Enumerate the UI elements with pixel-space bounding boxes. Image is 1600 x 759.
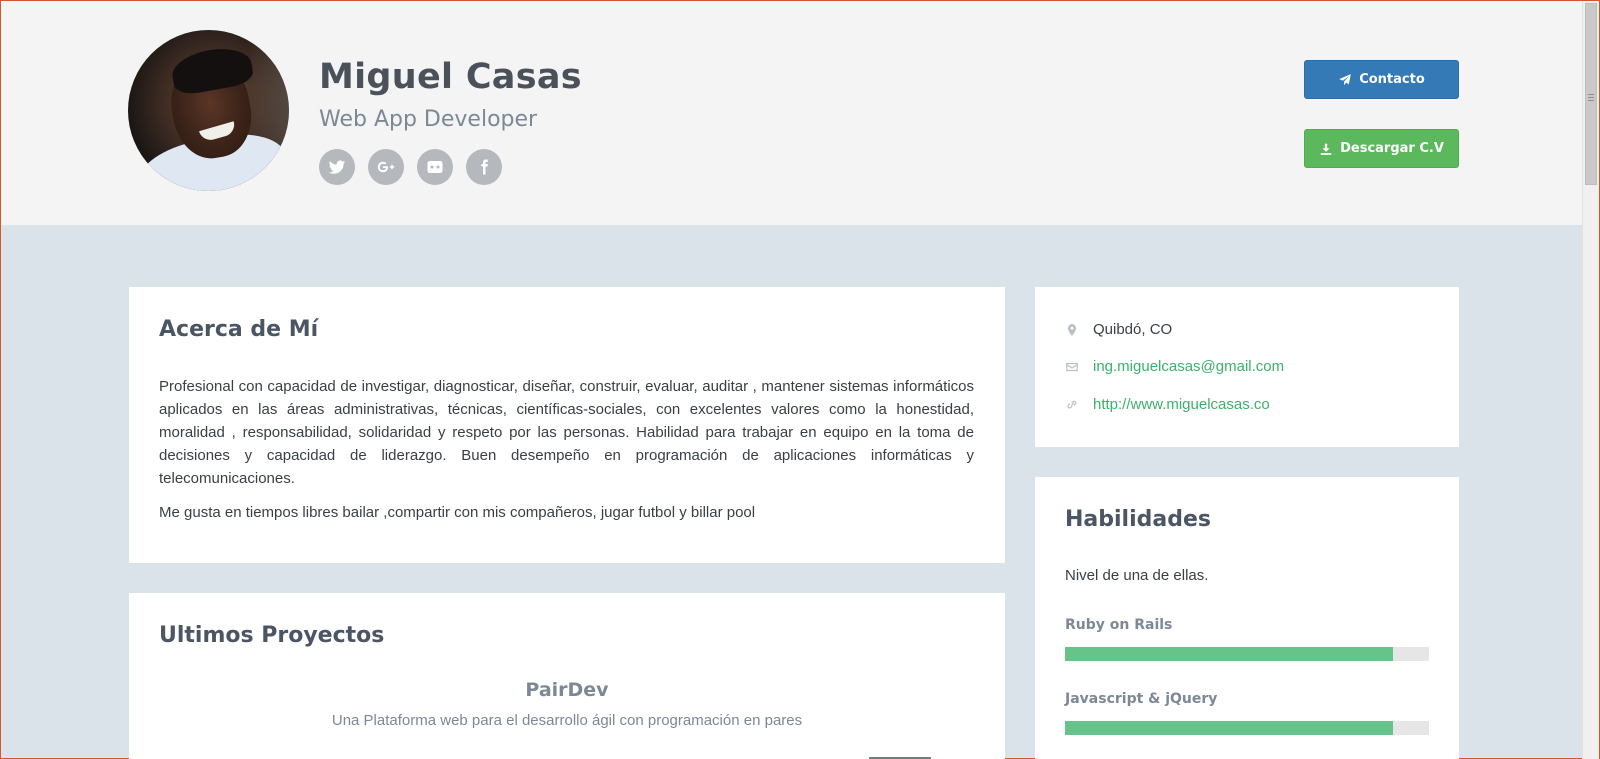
- projects-title: Ultimos Proyectos: [159, 623, 385, 648]
- download-icon: [1320, 143, 1332, 155]
- skill-label: Ruby on Rails: [1065, 617, 1173, 633]
- project-description: Una Plataforma web para el desarrollo ág…: [331, 712, 803, 729]
- about-paragraph: Profesional con capacidad de investigar,…: [159, 378, 974, 487]
- download-cv-label: Descargar C.V: [1340, 141, 1444, 156]
- skill-bar: [1065, 647, 1429, 661]
- contact-card: Quibdó, CO ing.miguelcasas@gmail.com htt…: [1035, 287, 1459, 447]
- about-title: Acerca de Mí: [159, 317, 319, 342]
- about-hobbies: Me gusta en tiempos libres bailar ,compa…: [159, 504, 756, 521]
- skill-label: Javascript & jQuery: [1065, 691, 1218, 707]
- profile-name: Miguel Casas: [319, 57, 582, 97]
- skill-bar-fill: [1065, 647, 1393, 661]
- contact-button[interactable]: Contacto: [1304, 60, 1459, 99]
- skills-title: Habilidades: [1065, 507, 1211, 532]
- download-cv-button[interactable]: Descargar C.V: [1304, 129, 1459, 168]
- google-plus-icon[interactable]: [368, 149, 404, 185]
- skill-bar-fill: [1065, 721, 1393, 735]
- location-row: Quibdó, CO: [1065, 321, 1172, 338]
- profile-role: Web App Developer: [319, 107, 538, 132]
- facebook-icon[interactable]: [466, 149, 502, 185]
- envelope-icon: [1066, 362, 1078, 371]
- avatar: [128, 30, 289, 191]
- skills-intro: Nivel de una de ellas.: [1065, 567, 1209, 584]
- link-icon: [1067, 400, 1077, 408]
- website-row: http://www.miguelcasas.co: [1065, 396, 1270, 413]
- scrollbar-grip: [1588, 94, 1594, 95]
- skills-card: Habilidades Nivel de una de ellas. Ruby …: [1035, 477, 1459, 759]
- contact-button-label: Contacto: [1359, 72, 1425, 87]
- skill-bar: [1065, 721, 1429, 735]
- website-link[interactable]: http://www.miguelcasas.co: [1093, 396, 1270, 413]
- project-name[interactable]: PairDev: [129, 679, 1005, 701]
- twitter-icon[interactable]: [319, 149, 355, 185]
- profile-header: Miguel Casas Web App Developer Contacto …: [1, 1, 1584, 225]
- email-row: ing.miguelcasas@gmail.com: [1065, 358, 1284, 375]
- map-marker-icon: [1067, 323, 1077, 336]
- about-card: Acerca de Mí Profesional con capacidad d…: [129, 287, 1005, 563]
- email-link[interactable]: ing.miguelcasas@gmail.com: [1093, 358, 1284, 375]
- projects-card: Ultimos Proyectos PairDev Una Plataforma…: [129, 593, 1005, 759]
- location-text: Quibdó, CO: [1093, 321, 1173, 338]
- github-icon[interactable]: [417, 149, 453, 185]
- scrollbar-thumb[interactable]: [1585, 3, 1597, 185]
- social-links: [319, 149, 502, 185]
- avatar-background: [248, 30, 289, 150]
- paper-plane-icon: [1339, 73, 1352, 85]
- scrollbar[interactable]: [1582, 1, 1599, 759]
